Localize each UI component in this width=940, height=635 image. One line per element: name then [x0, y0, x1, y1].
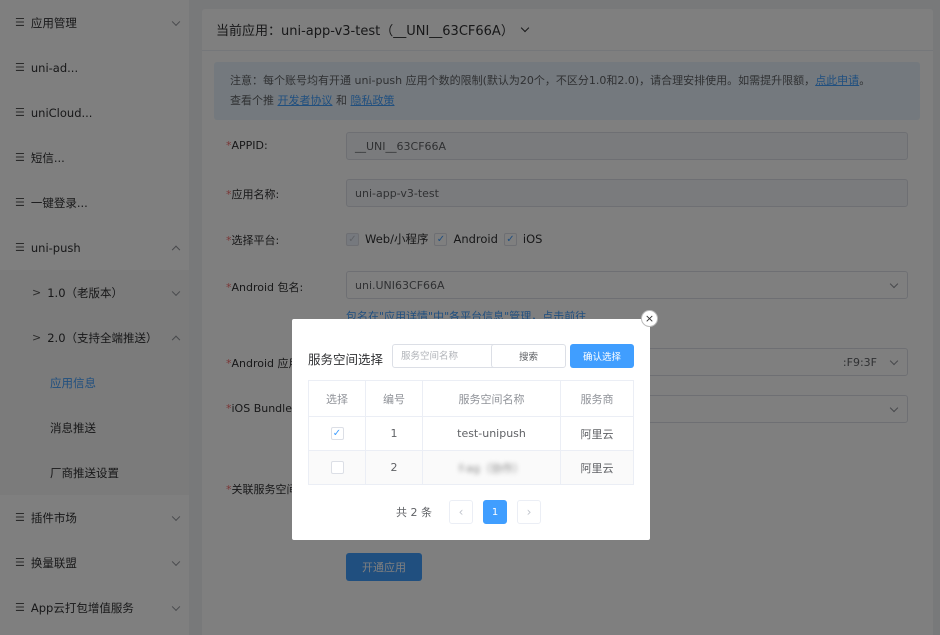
column-header: 服务商 — [560, 380, 634, 417]
row-provider: 阿里云 — [560, 450, 634, 485]
row-id: 2 — [365, 450, 423, 485]
column-header: 编号 — [365, 380, 423, 417]
dialog-title: 服务空间选择 — [308, 352, 384, 367]
search-button[interactable]: 搜索 — [491, 344, 566, 368]
page-number-button[interactable]: 1 — [483, 500, 507, 524]
row-name: f-ag（协作） — [459, 461, 524, 475]
confirm-selection-button[interactable]: 确认选择 — [570, 344, 634, 368]
service-space-dialog: 服务空间选择 搜索 确认选择 选择 编号 服务空间名称 服务商 ✓ 1 test… — [292, 319, 650, 540]
row-checkbox[interactable]: ✓ — [330, 427, 344, 441]
table-row[interactable]: ✓ 1 test-unipush 阿里云 — [308, 416, 634, 451]
pagination-total: 共 2 条 — [396, 506, 432, 519]
column-header: 服务空间名称 — [422, 380, 561, 417]
row-provider: 阿里云 — [560, 416, 634, 451]
row-checkbox[interactable] — [330, 461, 344, 475]
row-id: 1 — [365, 416, 423, 451]
pagination: 共 2 条 ‹ 1 › — [292, 500, 650, 524]
next-page-button[interactable]: › — [517, 500, 541, 524]
close-icon[interactable]: × — [641, 310, 658, 327]
row-name: test-unipush — [422, 416, 561, 451]
column-header: 选择 — [308, 380, 366, 417]
prev-page-button[interactable]: ‹ — [449, 500, 473, 524]
service-space-table: 选择 编号 服务空间名称 服务商 ✓ 1 test-unipush 阿里云 2 … — [308, 380, 634, 485]
table-row[interactable]: 2 f-ag（协作） 阿里云 — [308, 450, 634, 485]
